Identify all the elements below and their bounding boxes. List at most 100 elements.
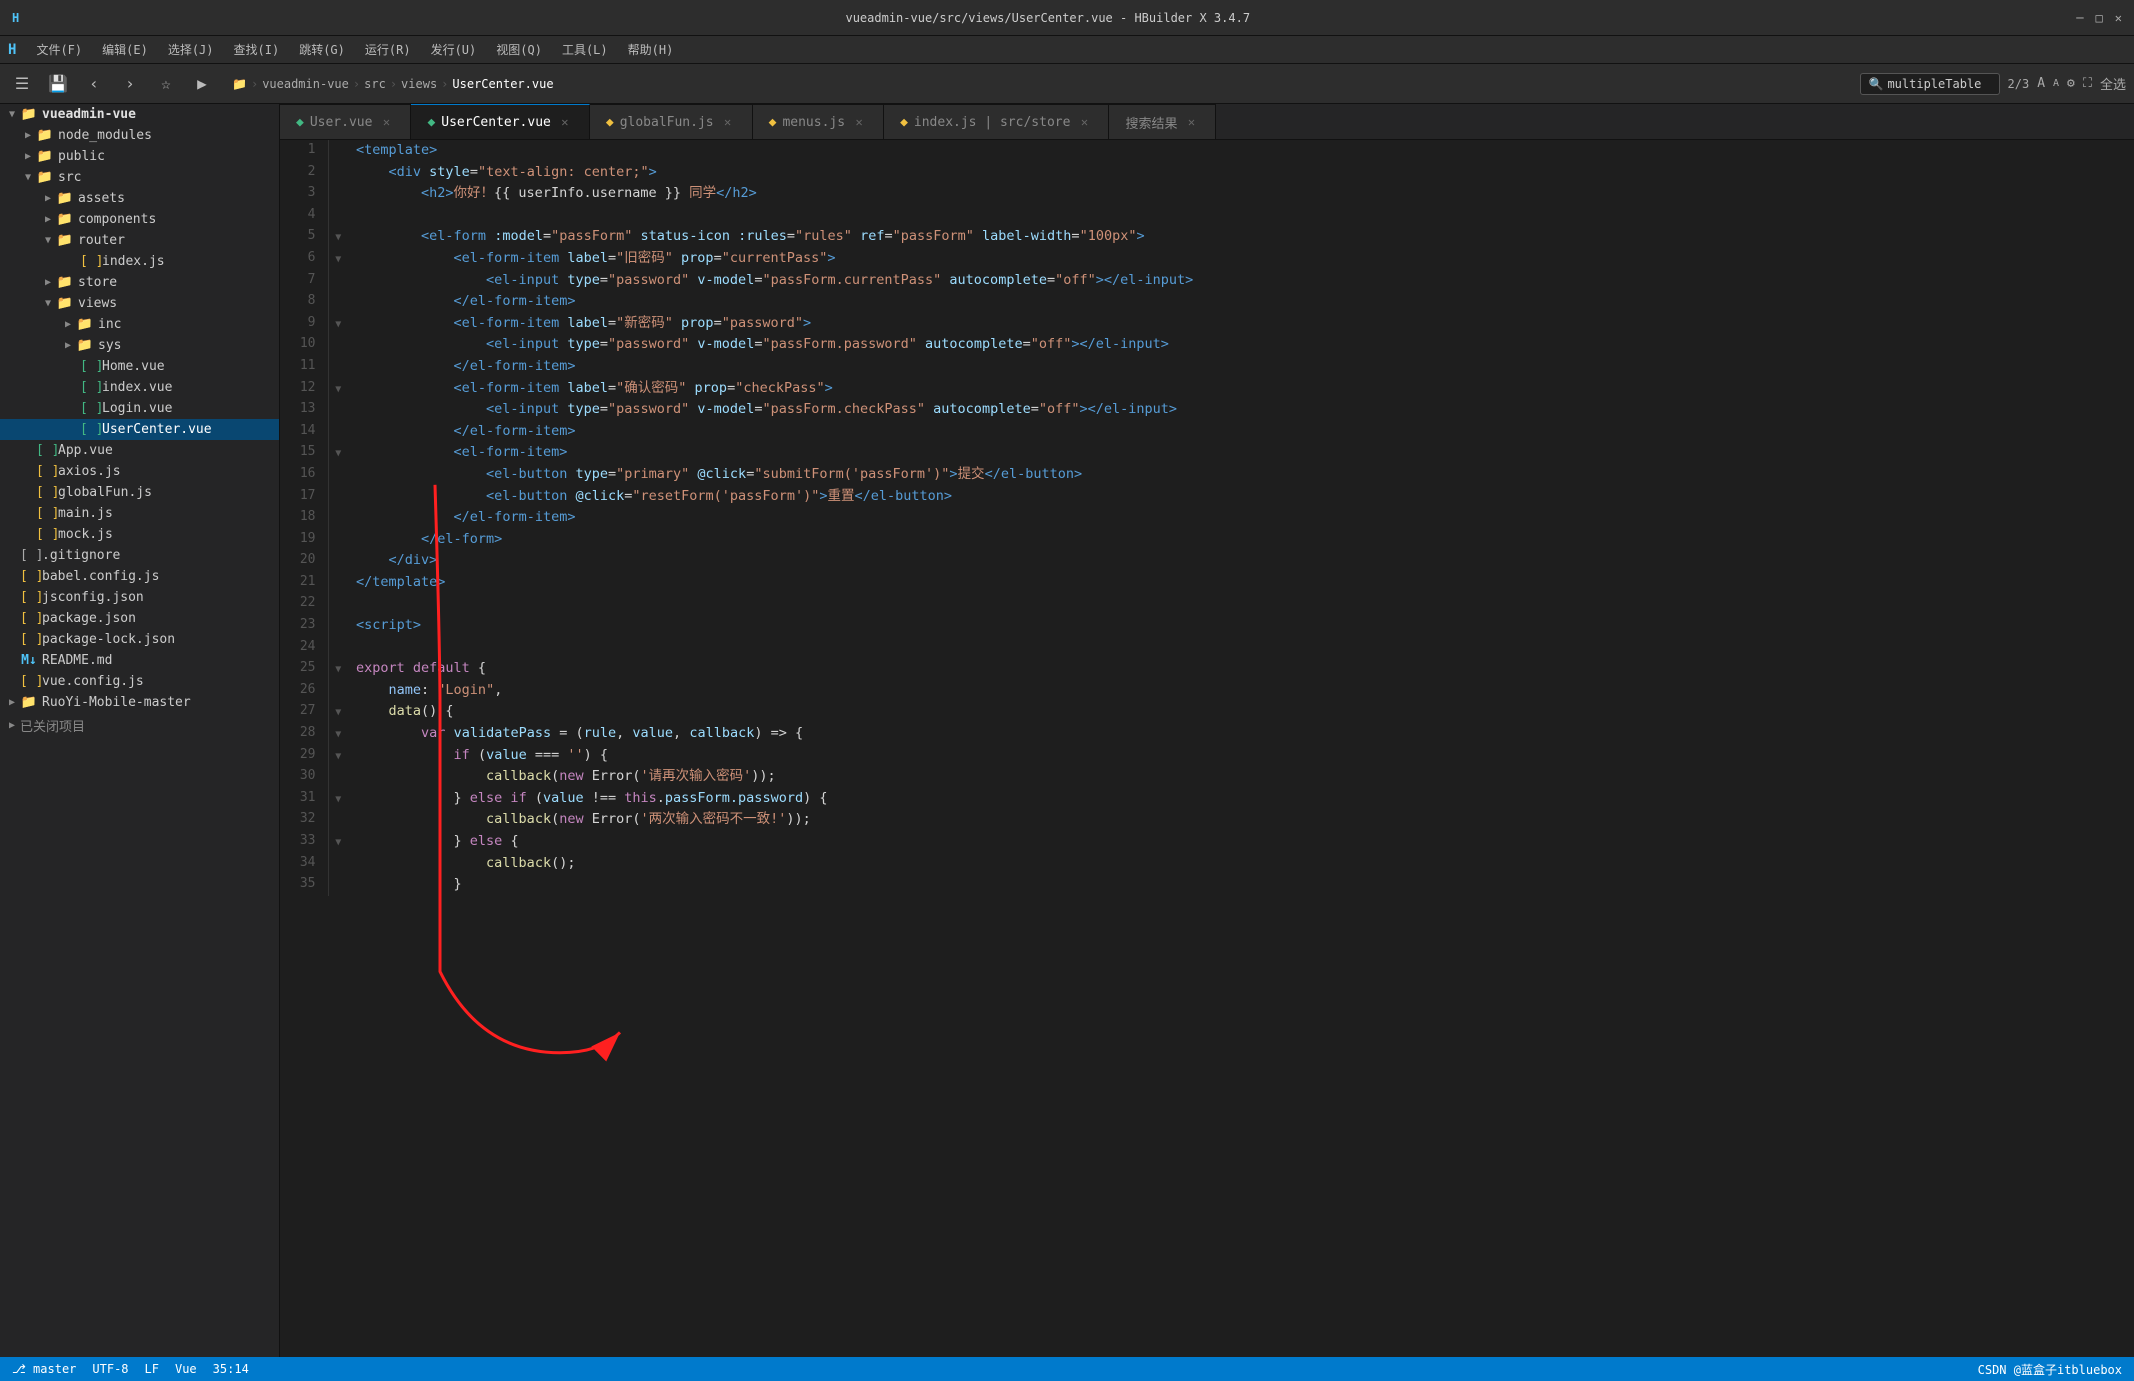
line-content[interactable]: <el-form-item label="新密码" prop="password…	[348, 313, 2134, 335]
code-editor[interactable]: 1<template>2 <div style="text-align: cen…	[280, 140, 2134, 1357]
fold-indicator[interactable]: ▼	[335, 384, 341, 395]
menu-help[interactable]: 帮助(H)	[620, 39, 682, 60]
breadcrumb-src[interactable]: src	[364, 77, 386, 91]
menu-goto[interactable]: 跳转(G)	[291, 39, 353, 60]
line-content[interactable]: </div>	[348, 550, 2134, 572]
fold-indicator[interactable]: ▼	[335, 707, 341, 718]
fold-indicator[interactable]: ▼	[335, 837, 341, 848]
sidebar-item-login-vue[interactable]: ▶ [ ] Login.vue	[0, 398, 279, 419]
fold-indicator[interactable]: ▼	[335, 664, 341, 675]
line-content[interactable]: data() {	[348, 701, 2134, 723]
sidebar-item-axios[interactable]: ▶ [ ] axios.js	[0, 461, 279, 482]
menu-view[interactable]: 视图(Q)	[488, 39, 550, 60]
sidebar-item-readme[interactable]: ▶ M↓ README.md	[0, 650, 279, 671]
line-content[interactable]: <el-form-item label="旧密码" prop="currentP…	[348, 248, 2134, 270]
close-icon[interactable]: ✕	[2115, 11, 2122, 25]
line-content[interactable]: </el-form-item>	[348, 356, 2134, 378]
forward-button[interactable]: ›	[116, 70, 144, 98]
sidebar-item-usercenter-vue[interactable]: ▶ [ ] UserCenter.vue	[0, 419, 279, 440]
line-content[interactable]: </el-form-item>	[348, 507, 2134, 529]
sidebar-item-package-lock[interactable]: ▶ [ ] package-lock.json	[0, 629, 279, 650]
sidebar-item-globalfun[interactable]: ▶ [ ] globalFun.js	[0, 482, 279, 503]
fold-indicator[interactable]: ▼	[335, 232, 341, 243]
line-content[interactable]: callback();	[348, 853, 2134, 875]
breadcrumb-file[interactable]: UserCenter.vue	[452, 77, 553, 91]
tab-usercenter-vue-close[interactable]: ✕	[557, 114, 573, 130]
search-box[interactable]: 🔍 multipleTable	[1860, 73, 2000, 95]
sidebar-item-inc[interactable]: ▶ 📁 inc	[0, 314, 279, 335]
sidebar-item-closed-projects[interactable]: ▶ 已关闭项目	[0, 713, 279, 738]
run-button[interactable]: ▶	[188, 70, 216, 98]
minimize-icon[interactable]: ─	[2076, 11, 2083, 25]
menu-edit[interactable]: 编辑(E)	[94, 39, 156, 60]
line-content[interactable]: </el-form-item>	[348, 421, 2134, 443]
fold-indicator[interactable]: ▼	[335, 319, 341, 330]
line-content[interactable]: var validatePass = (rule, value, callbac…	[348, 723, 2134, 745]
sidebar-toggle-button[interactable]: ☰	[8, 70, 36, 98]
line-content[interactable]	[348, 593, 2134, 615]
sidebar-item-views[interactable]: ▼ 📁 views	[0, 293, 279, 314]
sidebar-item-router[interactable]: ▼ 📁 router	[0, 230, 279, 251]
tab-menus-js[interactable]: ◆ menus.js ✕	[753, 104, 884, 139]
sidebar-item-vue-config[interactable]: ▶ [ ] vue.config.js	[0, 671, 279, 692]
line-content[interactable]	[348, 637, 2134, 659]
fold-indicator[interactable]: ▼	[335, 254, 341, 265]
select-all-label[interactable]: 全选	[2100, 74, 2126, 93]
line-content[interactable]: <el-form :model="passForm" status-icon :…	[348, 226, 2134, 248]
sidebar-item-package[interactable]: ▶ [ ] package.json	[0, 608, 279, 629]
fold-indicator[interactable]: ▼	[335, 729, 341, 740]
sidebar-item-public[interactable]: ▶ 📁 public	[0, 146, 279, 167]
font-size-icon[interactable]: A	[2037, 76, 2045, 91]
sidebar-item-node-modules[interactable]: ▶ 📁 node_modules	[0, 125, 279, 146]
menu-find[interactable]: 查找(I)	[226, 39, 288, 60]
sidebar-root[interactable]: ▼ 📁 vueadmin-vue	[0, 104, 279, 125]
line-content[interactable]: callback(new Error('请再次输入密码'));	[348, 766, 2134, 788]
tab-index-store-close[interactable]: ✕	[1076, 114, 1092, 130]
sidebar-item-app-vue[interactable]: ▶ [ ] App.vue	[0, 440, 279, 461]
sidebar-item-store[interactable]: ▶ 📁 store	[0, 272, 279, 293]
maximize-icon[interactable]: □	[2096, 11, 2103, 25]
settings-icon[interactable]: ⚙	[2067, 76, 2075, 91]
sidebar-item-babel[interactable]: ▶ [ ] babel.config.js	[0, 566, 279, 587]
line-content[interactable]: } else if (value !== this.passForm.passw…	[348, 788, 2134, 810]
line-content[interactable]: </template>	[348, 572, 2134, 594]
line-content[interactable]: name: "Login",	[348, 680, 2134, 702]
line-content[interactable]: </el-form-item>	[348, 291, 2134, 313]
sidebar-item-home-vue[interactable]: ▶ [ ] Home.vue	[0, 356, 279, 377]
tab-globalfun-js-close[interactable]: ✕	[720, 114, 736, 130]
sidebar-item-ruoyi[interactable]: ▶ 📁 RuoYi-Mobile-master	[0, 692, 279, 713]
breadcrumb-views[interactable]: views	[401, 77, 437, 91]
menu-select[interactable]: 选择(J)	[160, 39, 222, 60]
bookmark-button[interactable]: ☆	[152, 70, 180, 98]
line-content[interactable]: if (value === '') {	[348, 745, 2134, 767]
line-content[interactable]: <el-button @click="resetForm('passForm')…	[348, 486, 2134, 508]
menu-file[interactable]: 文件(F)	[28, 39, 90, 60]
back-button[interactable]: ‹	[80, 70, 108, 98]
line-content[interactable]: <el-form-item label="确认密码" prop="checkPa…	[348, 378, 2134, 400]
tab-usercenter-vue[interactable]: ◆ UserCenter.vue ✕	[411, 104, 589, 139]
tab-user-vue[interactable]: ◆ User.vue ✕	[280, 104, 411, 139]
tab-globalfun-js[interactable]: ◆ globalFun.js ✕	[590, 104, 753, 139]
sidebar-item-assets[interactable]: ▶ 📁 assets	[0, 188, 279, 209]
save-button[interactable]: 💾	[44, 70, 72, 98]
line-content[interactable]: callback(new Error('两次输入密码不一致!'));	[348, 809, 2134, 831]
sidebar-item-router-index[interactable]: ▶ [ ] index.js	[0, 251, 279, 272]
line-content[interactable]: <el-input type="password" v-model="passF…	[348, 399, 2134, 421]
fold-indicator[interactable]: ▼	[335, 751, 341, 762]
line-content[interactable]: <el-button type="primary" @click="submit…	[348, 464, 2134, 486]
line-content[interactable]: <div style="text-align: center;">	[348, 162, 2134, 184]
line-content[interactable]: export default {	[348, 658, 2134, 680]
sidebar-item-src[interactable]: ▼ 📁 src	[0, 167, 279, 188]
tab-index-store[interactable]: ◆ index.js | src/store ✕	[884, 104, 1109, 139]
fold-indicator[interactable]: ▼	[335, 448, 341, 459]
line-content[interactable]	[348, 205, 2134, 227]
sidebar-item-components[interactable]: ▶ 📁 components	[0, 209, 279, 230]
tab-search-results-close[interactable]: ✕	[1183, 114, 1199, 130]
menu-tools[interactable]: 工具(L)	[554, 39, 616, 60]
line-content[interactable]: }	[348, 874, 2134, 896]
sidebar-item-index-vue[interactable]: ▶ [ ] index.vue	[0, 377, 279, 398]
sidebar-item-sys[interactable]: ▶ 📁 sys	[0, 335, 279, 356]
sidebar-item-main[interactable]: ▶ [ ] main.js	[0, 503, 279, 524]
menu-run[interactable]: 运行(R)	[357, 39, 419, 60]
sidebar-item-mock[interactable]: ▶ [ ] mock.js	[0, 524, 279, 545]
